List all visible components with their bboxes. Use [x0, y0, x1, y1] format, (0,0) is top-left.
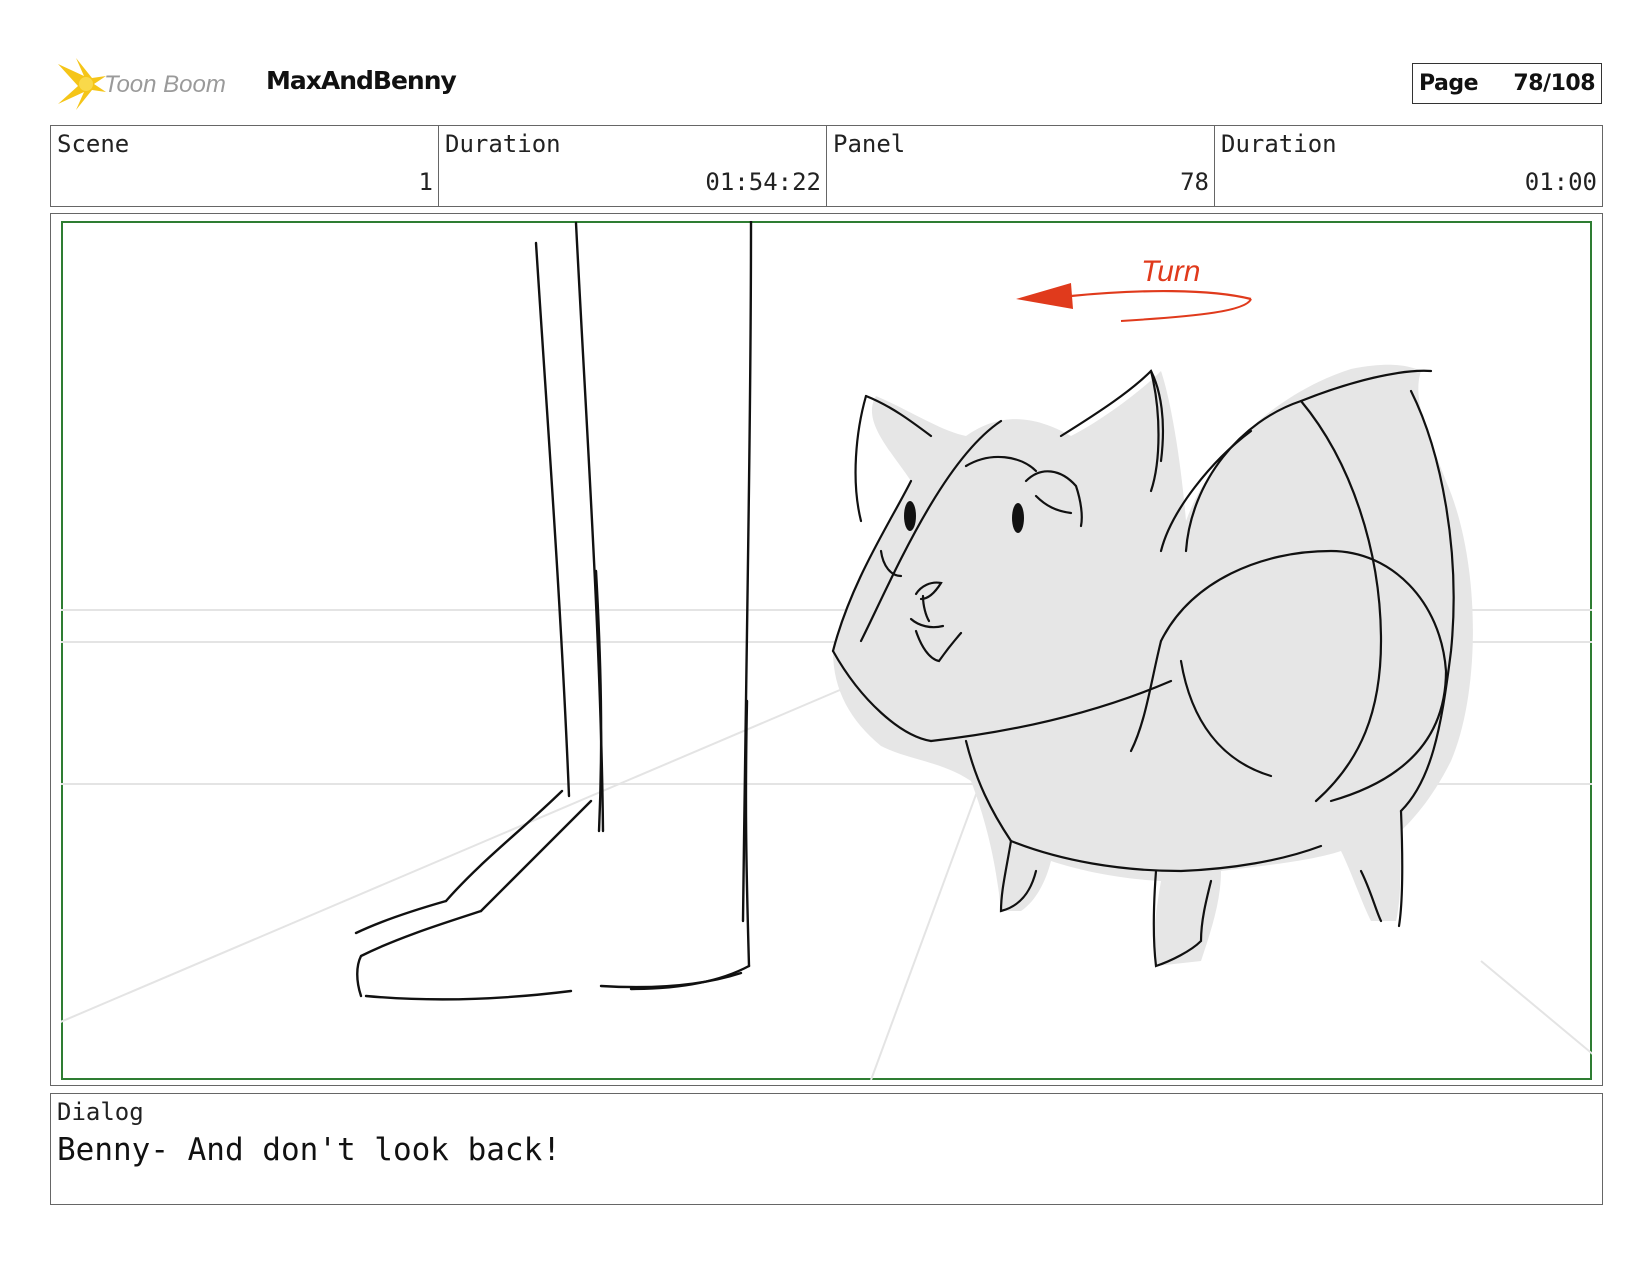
scene-duration-label: Duration: [445, 130, 561, 158]
page-label: Page: [1419, 71, 1479, 96]
panel-duration-cell: Duration 01:00: [1215, 126, 1602, 206]
toon-boom-logo: Toon Boom: [58, 58, 226, 110]
storyboard-panel-drawing: Turn: [61, 221, 1592, 1080]
panel-label: Panel: [833, 130, 906, 158]
page-value: 78/108: [1513, 71, 1595, 96]
turn-annotation: Turn: [1141, 255, 1200, 288]
panel-duration-label: Duration: [1221, 130, 1337, 158]
panel-value: 78: [1180, 168, 1209, 196]
scene-duration-value: 01:54:22: [705, 168, 821, 196]
info-table: Scene 1 Duration 01:54:22 Panel 78 Durat…: [50, 125, 1603, 207]
brand-name: Toon Boom: [104, 71, 226, 98]
cat-eye-right: [1012, 503, 1024, 533]
cat-eye-left: [904, 501, 916, 531]
starburst-icon: [58, 58, 106, 110]
dialog-text: Benny- And don't look back!: [57, 1132, 561, 1168]
dialog-label: Dialog: [57, 1098, 144, 1126]
panel-cell: Panel 78: [827, 126, 1215, 206]
scene-value: 1: [418, 168, 433, 196]
page-indicator: Page 78/108: [1412, 63, 1602, 104]
dialog-box: Dialog Benny- And don't look back!: [50, 1093, 1603, 1205]
scene-duration-cell: Duration 01:54:22: [439, 126, 827, 206]
project-title: MaxAndBenny: [266, 66, 457, 95]
scene-label: Scene: [57, 130, 130, 158]
panel-duration-value: 01:00: [1524, 168, 1597, 196]
scene-cell: Scene 1: [51, 126, 439, 206]
